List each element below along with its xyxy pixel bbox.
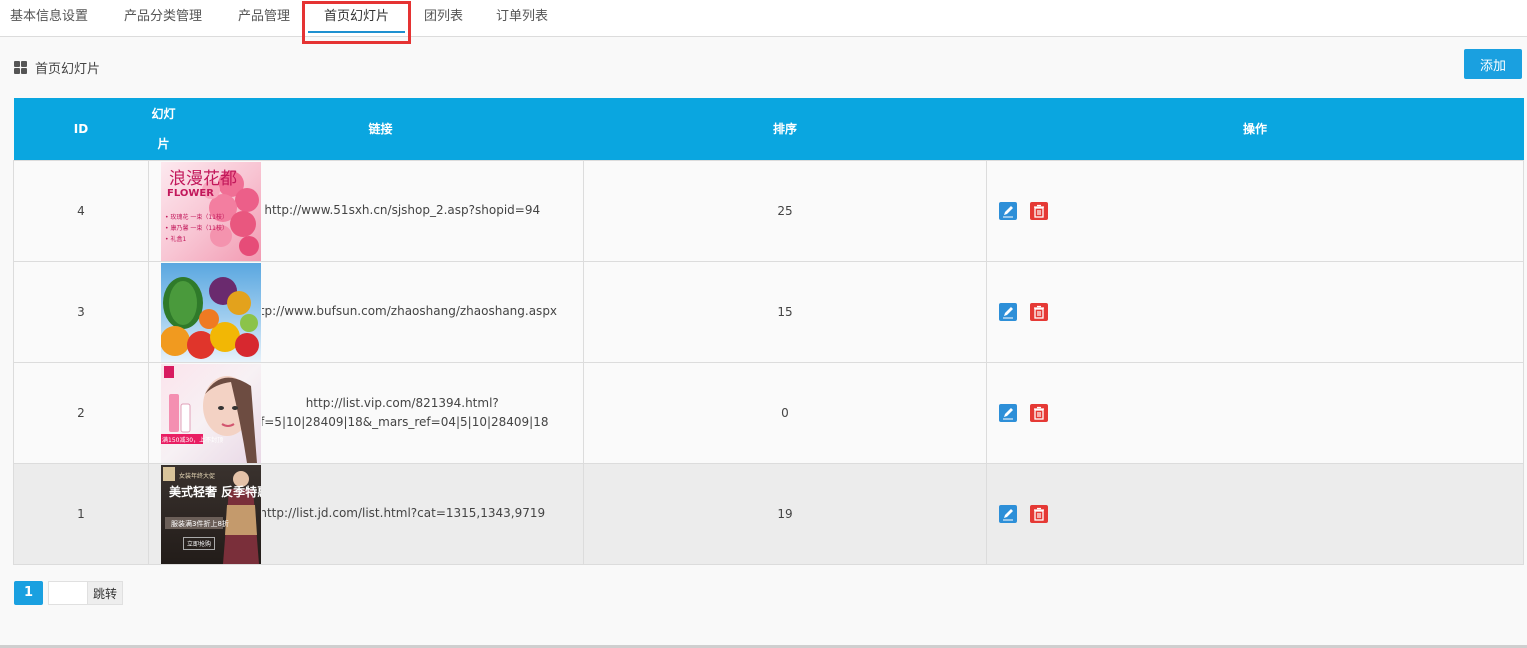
row-id: 1 (13, 462, 149, 565)
tab-order-list[interactable]: 订单列表 (496, 0, 548, 33)
row-id: 2 (13, 361, 149, 464)
page-jump-input[interactable] (48, 581, 88, 605)
row-link-line1: http://www.bufsun.com/zhaoshang/zhaoshan… (247, 304, 558, 318)
column-header-id: ID (13, 98, 149, 160)
tab-category-management[interactable]: 产品分类管理 (124, 0, 202, 33)
trash-icon (1033, 204, 1044, 218)
slide-thumbnail[interactable]: 女装年终大促 美式轻奢 反季特惠 服装满3件折上8折 立即抢购 (161, 464, 261, 564)
row-sort: 25 (583, 159, 987, 262)
pencil-icon (1003, 407, 1013, 419)
row-ops (986, 462, 1524, 565)
pencil-icon (1003, 508, 1013, 520)
row-sort: 0 (583, 361, 987, 464)
row-link-line2: ff=5|10|28409|18&_mars_ref=04|5|10|28409… (255, 414, 549, 429)
row-link: http://www.bufsun.com/zhaoshang/zhaoshan… (247, 302, 557, 321)
edit-button[interactable] (999, 302, 1017, 321)
table-row: 3 http://www.bufsun.com/zhaoshang/zhaosh… (13, 260, 1524, 363)
slide-line-2: • 康乃馨 一束（11枝） (165, 224, 228, 232)
cosmetics-image (161, 365, 257, 463)
pagination: 1 跳转 (14, 581, 123, 605)
slide-image-cell: 浪漫花都 FLOWER • 玫瑰花 一束（11枝） • 康乃馨 一束（11枝） … (148, 159, 262, 262)
column-header-link: 链接 (261, 98, 584, 160)
add-button[interactable]: 添加 (1464, 49, 1522, 79)
row-link: http://www.51sxh.cn/sjshop_2.asp?shopid=… (264, 201, 540, 220)
slide-line-3: • 礼盒1 (165, 235, 187, 243)
column-header-slide-line1: 幻灯 (151, 106, 176, 121)
delete-button[interactable] (1029, 504, 1048, 523)
page-number-current[interactable]: 1 (14, 581, 43, 605)
tab-product-management[interactable]: 产品管理 (238, 0, 290, 33)
slide-thumbnail[interactable] (161, 262, 261, 362)
slide-sub-text: 服装满3件折上8折 (171, 519, 229, 528)
tab-basic-info[interactable]: 基本信息设置 (10, 0, 88, 33)
row-ops (986, 260, 1524, 363)
row-ops (986, 361, 1524, 464)
table-header-row: ID 幻灯 片 链接 排序 操作 (13, 98, 1524, 160)
row-id: 4 (13, 159, 149, 262)
row-link-cell: http://www.bufsun.com/zhaoshang/zhaoshan… (247, 260, 584, 363)
slide-cta-text: 立即抢购 (183, 536, 216, 550)
slide-thumbnail[interactable]: 满150减30，上不封顶 (161, 363, 261, 463)
table-row: 1 女装年终大促 美式轻奢 反季特惠 服装满3件折上8折 立即抢购 http:/… (13, 462, 1524, 565)
edit-button[interactable] (999, 201, 1017, 220)
top-tab-bar: 基本信息设置 产品分类管理 产品管理 首页幻灯片 团列表 订单列表 (0, 0, 1527, 37)
delete-button[interactable] (1029, 201, 1048, 220)
page-header: 首页幻灯片 (14, 57, 100, 77)
fruit-image (161, 276, 259, 359)
slide-tag-text: 女装年终大促 (179, 472, 216, 480)
pencil-icon (1003, 306, 1013, 318)
delete-button[interactable] (1029, 302, 1048, 321)
table-row: 4 浪漫花都 FLOWER • 玫瑰花 一束（11枝） • 康乃馨 一束（11枝… (13, 159, 1524, 262)
edit-button[interactable] (999, 504, 1017, 523)
slide-badge-text: 满150减30，上不封顶 (162, 436, 224, 444)
pencil-icon (1003, 205, 1013, 217)
table-row: 2 满150减30，上不封顶 http://list.vip.com/82139… (13, 361, 1524, 464)
row-link: http://list.jd.com/list.html?cat=1315,13… (259, 504, 545, 523)
jump-button[interactable]: 跳转 (88, 581, 123, 605)
row-ops (986, 159, 1524, 262)
edit-button[interactable] (999, 403, 1017, 422)
trash-icon (1033, 305, 1044, 319)
row-link-cell: http://www.51sxh.cn/sjshop_2.asp?shopid=… (261, 159, 584, 262)
slide-image-cell (148, 260, 262, 363)
row-link-cell: http://list.vip.com/821394.html? ff=5|10… (256, 361, 584, 464)
row-sort: 19 (583, 462, 987, 565)
row-link-cell: http://list.jd.com/list.html?cat=1315,13… (259, 462, 584, 565)
tab-home-slideshow[interactable]: 首页幻灯片 (308, 0, 405, 33)
column-header-sort: 排序 (583, 98, 987, 160)
slide-title-text: 浪漫花都 (169, 168, 237, 189)
row-link-line1: http://list.vip.com/821394.html? (305, 395, 499, 410)
slide-image-cell: 女装年终大促 美式轻奢 反季特惠 服装满3件折上8折 立即抢购 (148, 462, 262, 565)
grid-icon (14, 60, 27, 74)
tab-group-list[interactable]: 团列表 (424, 0, 463, 33)
column-header-slide-line2: 片 (157, 136, 170, 151)
slide-title-text: 美式轻奢 反季特惠 (169, 484, 261, 499)
row-link-line1: http://list.jd.com/list.html?cat=1315,13… (259, 506, 546, 520)
trash-icon (1033, 507, 1044, 521)
delete-button[interactable] (1029, 403, 1048, 422)
slide-image-cell: 满150减30，上不封顶 (148, 361, 262, 464)
slide-line-1: • 玫瑰花 一束（11枝） (165, 213, 228, 221)
page-title: 首页幻灯片 (35, 61, 101, 77)
row-sort: 15 (583, 260, 987, 363)
column-header-ops: 操作 (986, 98, 1524, 160)
row-id: 3 (13, 260, 149, 363)
row-link-line1: http://www.51sxh.cn/sjshop_2.asp?shopid=… (264, 203, 541, 217)
column-header-slide: 幻灯 片 (148, 98, 262, 160)
trash-icon (1033, 406, 1044, 420)
slideshow-table: ID 幻灯 片 链接 排序 操作 4 浪漫花都 FLOWER • 玫瑰花 一束（… (13, 98, 1524, 565)
slide-sub-text: FLOWER (167, 187, 214, 199)
slide-thumbnail[interactable]: 浪漫花都 FLOWER • 玫瑰花 一束（11枝） • 康乃馨 一束（11枝） … (161, 161, 261, 261)
row-link: http://list.vip.com/821394.html? ff=5|10… (256, 394, 549, 432)
